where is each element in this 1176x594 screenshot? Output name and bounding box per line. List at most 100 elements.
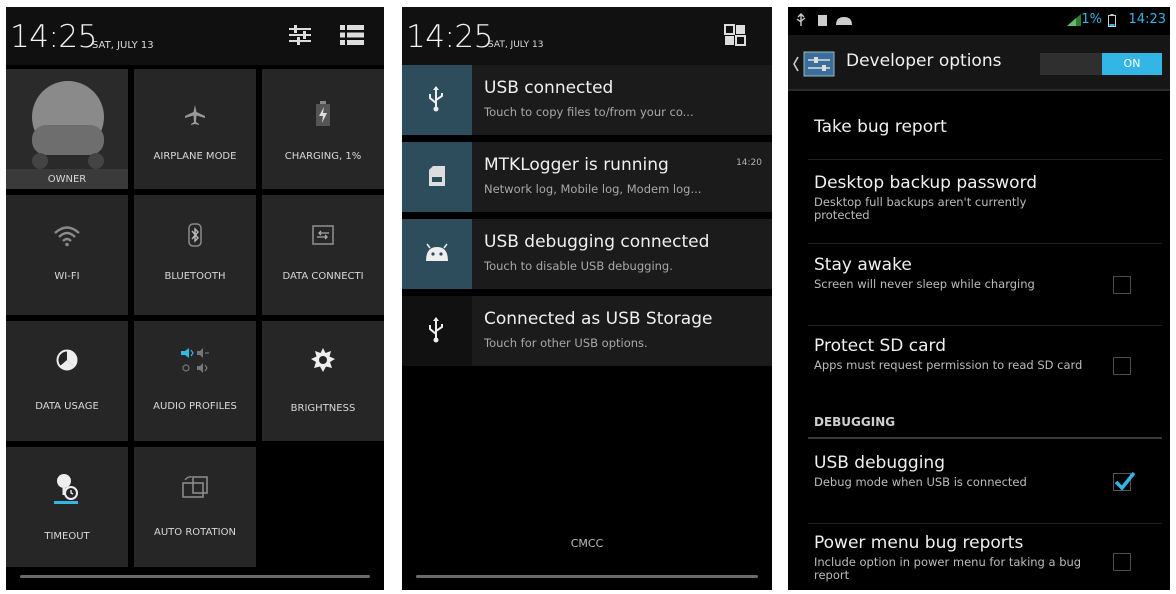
charging-tile[interactable]: CHARGING, 1% [262,69,384,189]
timeout-tile[interactable]: TIMEOUT [6,447,128,567]
usb-icon [429,86,443,112]
notification-mtklogger[interactable]: MTKLogger is running 14:20 Network log, … [402,142,772,212]
take-bug-report-item[interactable]: Take bug report [814,117,1154,137]
pref-summary: Screen will never sleep while charging [814,277,1035,291]
stay-awake-item[interactable]: Stay awake Screen will never sleep while… [814,255,1154,291]
airplane-mode-label: AIRPLANE MODE [153,151,237,162]
data-connection-label: DATA CONNECTI [282,271,364,282]
drag-handle[interactable] [20,575,370,578]
data-usage-label: DATA USAGE [35,401,99,412]
data-connection-tile[interactable]: DATA CONNECTI [262,195,384,315]
action-bar: Developer options ON [788,35,1170,91]
wifi-icon [54,226,80,247]
carrier-label: CMCC [570,537,604,550]
notification-usb-storage[interactable]: Connected as USB Storage Touch for other… [402,296,772,366]
usb-debugging-item[interactable]: USB debugging Debug mode when USB is con… [814,453,1154,489]
power-menu-bug-reports-checkbox[interactable] [1113,553,1131,571]
charging-label: CHARGING, 1% [284,151,362,162]
notification-header: 14:25 SAT, JULY 13 [402,7,772,65]
notification-time: 14:20 [736,158,762,168]
notification-icon-box [402,219,472,289]
checkmark-icon [1114,471,1136,491]
battery-charging-icon [316,101,330,126]
notification-icon-box [402,142,472,212]
owner-label: OWNER [47,174,87,185]
airplane-icon [185,105,205,125]
notification-text: Network log, Mobile log, Modem log... [484,182,702,196]
usb-icon [429,317,443,343]
notification-shade-screen: 14:25 SAT, JULY 13 USB connected Touch t… [402,7,772,590]
brightness-icon [311,348,335,372]
notification-list-icon[interactable] [338,23,366,47]
audio-profiles-icon [181,348,209,373]
data-usage-icon [56,349,78,371]
audio-profiles-tile[interactable]: AUDIO PROFILES [134,321,256,441]
bluetooth-icon [188,223,202,247]
developer-options-switch[interactable]: ON [1040,53,1162,75]
settings-sliders-icon[interactable] [286,23,314,47]
bluetooth-label: BLUETOOTH [164,271,226,282]
audio-profiles-label: AUDIO PROFILES [153,401,237,412]
pref-summary: Include option in power menu for taking … [814,555,1082,582]
developer-options-screen: 1% 14:23 Developer options ON Take bug r… [788,7,1170,590]
status-time: 14:23 [1128,12,1166,27]
usb-debugging-checkbox[interactable] [1113,471,1136,491]
owner-tile[interactable]: OWNER [6,69,128,189]
notification-text: Touch to disable USB debugging. [484,259,673,273]
sd-card-icon [429,166,445,186]
airplane-mode-tile[interactable]: AIRPLANE MODE [134,69,256,189]
protect-sd-card-item[interactable]: Protect SD card Apps must request permis… [814,336,1154,372]
protect-sd-card-checkbox[interactable] [1113,357,1131,375]
data-connection-icon [312,225,334,245]
notification-title: MTKLogger is running [484,155,669,175]
switch-on-label: ON [1102,53,1162,75]
status-bar: 1% 14:23 [788,7,1170,35]
android-icon [426,243,448,261]
quick-settings-screen: 14:25 SAT, JULY 13 OWNER AIRPLANE MODE C… [6,7,384,590]
power-menu-bug-reports-item[interactable]: Power menu bug reports Include option in… [814,533,1154,582]
stay-awake-checkbox[interactable] [1113,276,1131,294]
pref-title: Stay awake [814,255,912,275]
quick-settings-header: 14:25 SAT, JULY 13 [6,7,384,65]
wifi-tile[interactable]: WI-FI [6,195,128,315]
page-title: Developer options [846,51,1002,71]
avatar-icon [32,81,104,169]
pref-title: USB debugging [814,453,945,473]
pref-summary: Debug mode when USB is connected [814,475,1027,489]
notification-usb-connected[interactable]: USB connected Touch to copy files to/fro… [402,65,772,135]
clock: 14:25 [406,19,493,55]
notification-title: USB connected [484,78,614,98]
auto-rotation-label: AUTO ROTATION [154,527,236,538]
timeout-icon [54,474,78,504]
date: SAT, JULY 13 [488,40,544,50]
signal-strength-icon [1067,14,1081,26]
date: SAT, JULY 13 [92,40,154,51]
desktop-backup-password-item[interactable]: Desktop backup password Desktop full bac… [814,173,1154,222]
back-settings-icon[interactable] [792,51,838,77]
clock: 14:25 [10,19,97,55]
notification-title: USB debugging connected [484,232,710,252]
data-usage-tile[interactable]: DATA USAGE [6,321,128,441]
pref-title: Power menu bug reports [814,533,1024,553]
pref-title: Protect SD card [814,336,947,356]
notification-text: Touch for other USB options. [484,336,648,350]
category-debugging: DEBUGGING [814,415,896,429]
status-notification-icons [796,13,852,26]
timeout-label: TIMEOUT [44,531,90,542]
brightness-label: BRIGHTNESS [290,403,356,414]
bluetooth-tile[interactable]: BLUETOOTH [134,195,256,315]
quick-settings-grid-icon[interactable] [724,24,746,46]
pref-summary: Desktop full backups aren't currently pr… [814,195,1027,222]
auto-rotation-tile[interactable]: AUTO ROTATION [134,447,256,567]
pref-title: Take bug report [814,117,947,137]
brightness-tile[interactable]: BRIGHTNESS [262,321,384,441]
notification-icon-box [402,296,472,366]
battery-percent: 1% [1081,12,1102,27]
notification-icon-box [402,65,472,135]
notification-text: Touch to copy files to/from your co... [484,105,694,119]
wifi-label: WI-FI [54,271,80,282]
battery-icon [1108,14,1116,27]
auto-rotation-icon [182,476,208,498]
notification-usb-debugging[interactable]: USB debugging connected Touch to disable… [402,219,772,289]
drag-handle[interactable] [416,575,758,578]
